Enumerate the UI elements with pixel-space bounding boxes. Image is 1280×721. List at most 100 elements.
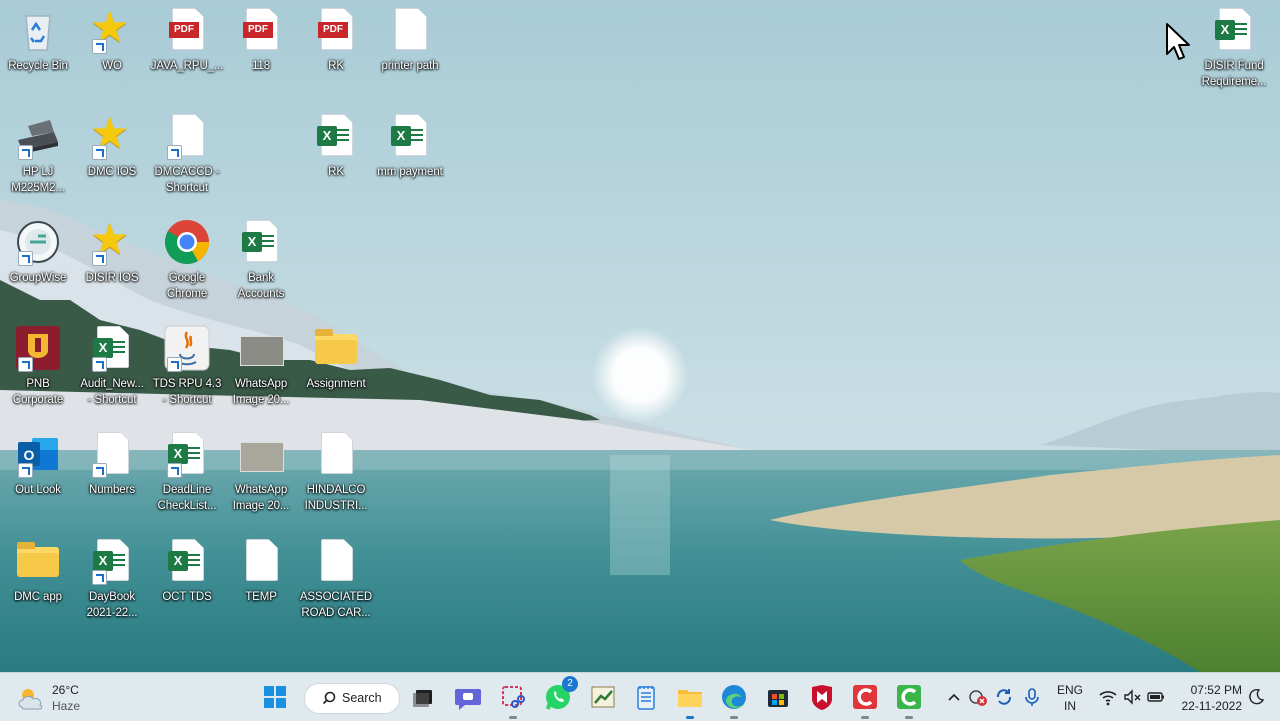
excel-badge: X — [93, 338, 113, 358]
desktop-icon-rk-excel[interactable]: X RK — [299, 110, 373, 210]
notifications-button[interactable] — [1246, 687, 1266, 707]
desktop-icon-dmcaccd[interactable]: DMCACCD - Shortcut — [150, 110, 224, 210]
excel-badge: X — [168, 444, 188, 464]
desktop-icon-label: DMC IOS — [87, 166, 137, 178]
desktop-icon-label: WO — [102, 60, 122, 72]
tally-button[interactable] — [587, 681, 619, 713]
desktop-icon-disir-fund[interactable]: X DISIR Fund Requireme... — [1196, 4, 1272, 104]
sync-tray-button[interactable] — [994, 687, 1014, 707]
volume-muted-icon — [1124, 689, 1141, 705]
pdf-badge: PDF — [169, 22, 199, 38]
microphone-icon — [1025, 688, 1039, 706]
desktop-icon-label: 118 — [251, 60, 271, 72]
network-error-tray-button[interactable] — [968, 687, 988, 707]
mcafee-button[interactable] — [806, 681, 838, 713]
quick-settings-button[interactable] — [1096, 685, 1168, 709]
desktop-icon-oct-tds[interactable]: X OCT TDS — [150, 535, 224, 635]
shortcut-arrow-icon — [92, 39, 107, 54]
store-button[interactable] — [762, 681, 794, 713]
file-explorer-button[interactable] — [674, 681, 706, 719]
desktop-icon-dmc-ios[interactable]: ★ DMC IOS — [75, 110, 149, 210]
desktop-icon-label: RK — [328, 166, 344, 178]
desktop-icon-label: printer path — [381, 60, 439, 72]
desktop-icon-daybook[interactable]: X DayBook 2021-22... — [75, 535, 149, 635]
desktop-icon-java-rpu-pdf[interactable]: PDF JAVA_RPU_... — [150, 4, 224, 104]
desktop-icon-label: Recycle Bin — [8, 60, 68, 72]
pdf-badge: PDF — [318, 22, 348, 38]
desktop-icon-outlook[interactable]: O Out Look — [1, 428, 75, 528]
desktop-icon-118-pdf[interactable]: PDF 118 — [224, 4, 298, 104]
whatsapp-button[interactable]: 2 — [542, 676, 578, 713]
chevron-up-icon — [948, 693, 960, 701]
desktop-icon-rk-pdf[interactable]: PDF RK — [299, 4, 373, 104]
desktop-icon-wo[interactable]: ★ WO — [75, 4, 149, 104]
green-app-button[interactable] — [893, 681, 925, 719]
moon-icon — [1249, 688, 1265, 705]
shortcut-arrow-icon — [92, 251, 107, 266]
microphone-tray-button[interactable] — [1022, 687, 1042, 707]
file-explorer-icon — [678, 690, 702, 707]
desktop-icon-label: DMC app — [14, 591, 62, 603]
snipping-tool-button[interactable] — [497, 681, 529, 719]
svg-text:O: O — [24, 447, 35, 463]
desktop-icon-mm-payment[interactable]: X mm payment — [373, 110, 447, 210]
desktop-icon-label: HP LJ M225M2... — [11, 166, 65, 194]
desktop-icon-associated-road[interactable]: ASSOCIATED ROAD CAR... — [299, 535, 373, 635]
app-red-icon — [853, 685, 877, 709]
text-file-icon — [246, 539, 278, 581]
desktop-icon-label: OCT TDS — [162, 591, 212, 603]
pdf-badge: PDF — [243, 22, 273, 38]
desktop-icon-label: ASSOCIATED ROAD CAR... — [299, 591, 373, 619]
shortcut-arrow-icon — [18, 145, 33, 160]
desktop-icon-deadline-checklist[interactable]: X DeadLine CheckList... — [150, 428, 224, 528]
desktop-icon-hindalco[interactable]: HINDALCO INDUSTRI... — [299, 428, 373, 528]
desktop-icon-temp[interactable]: TEMP — [224, 535, 298, 635]
desktop-icon-audit-new[interactable]: X Audit_New... - Shortcut — [75, 322, 149, 422]
start-button[interactable] — [259, 681, 291, 713]
chat-button[interactable] — [452, 681, 484, 713]
show-hidden-icons-button[interactable] — [946, 687, 962, 707]
desktop-icon-label: DISIR IOS — [85, 272, 139, 284]
desktop-icon-dmc-app[interactable]: DMC app — [1, 535, 75, 635]
desktop-icon-label: Google Chrome — [166, 272, 208, 300]
desktop-icon-disir-ios[interactable]: ★ DISIR IOS — [75, 216, 149, 316]
desktop-icon-pnb-corporate[interactable]: PNB Corporate — [1, 322, 75, 422]
language-indicator[interactable]: ENG IN — [1054, 681, 1086, 715]
excel-badge: X — [168, 551, 188, 571]
desktop-icon-label: WhatsApp Image 20... — [232, 484, 290, 512]
desktop-icon-printer-path[interactable]: printer path — [373, 4, 447, 104]
desktop-icon-groupwise[interactable]: GroupWise — [1, 216, 75, 316]
shortcut-arrow-icon — [18, 251, 33, 266]
running-indicator — [861, 716, 869, 719]
weather-widget[interactable]: 26°C Haze — [10, 677, 100, 717]
desktop-icon-assignment[interactable]: Assignment — [299, 322, 373, 422]
running-indicator — [905, 716, 913, 719]
notepad-button[interactable] — [630, 681, 662, 713]
desktop-icon-google-chrome[interactable]: Google Chrome — [150, 216, 224, 316]
running-indicator — [686, 716, 694, 719]
desktop-icon-numbers[interactable]: Numbers — [75, 428, 149, 528]
desktop-icon-recycle-bin[interactable]: Recycle Bin — [1, 4, 75, 104]
desktop-icon-whatsapp-image-1[interactable]: WhatsApp Image 20... — [224, 322, 298, 422]
desktop-icon-label: Audit_New... - Shortcut — [80, 378, 144, 406]
desktop-icon-tds-rpu[interactable]: TDS RPU 4.3 - Shortcut — [150, 322, 224, 422]
shortcut-arrow-icon — [167, 463, 182, 478]
taskbar-search-box[interactable]: Search — [304, 683, 400, 714]
desktop-icon-label: WhatsApp Image 20... — [232, 378, 290, 406]
task-view-button[interactable] — [407, 681, 439, 713]
image-thumbnail-icon — [240, 442, 284, 472]
clock[interactable]: 07:52 PM 22-11-2022 — [1172, 681, 1243, 715]
notepad-icon — [637, 686, 655, 710]
red-app-button[interactable] — [849, 681, 881, 719]
sync-icon — [996, 689, 1012, 705]
snipping-tool-icon — [502, 686, 525, 708]
desktop-icon-bank-accounts[interactable]: X Bank Accounts — [224, 216, 298, 316]
desktop-icon-whatsapp-image-2[interactable]: WhatsApp Image 20... — [224, 428, 298, 528]
text-file-icon — [321, 432, 353, 474]
excel-badge: X — [93, 551, 113, 571]
desktop-icon-hp-scanner[interactable]: HP LJ M225M2... — [1, 110, 75, 210]
weather-cloud-sun-icon — [18, 689, 43, 710]
desktop-icon-label: RK — [328, 60, 344, 72]
shortcut-arrow-icon — [167, 145, 182, 160]
edge-button[interactable] — [718, 681, 750, 719]
